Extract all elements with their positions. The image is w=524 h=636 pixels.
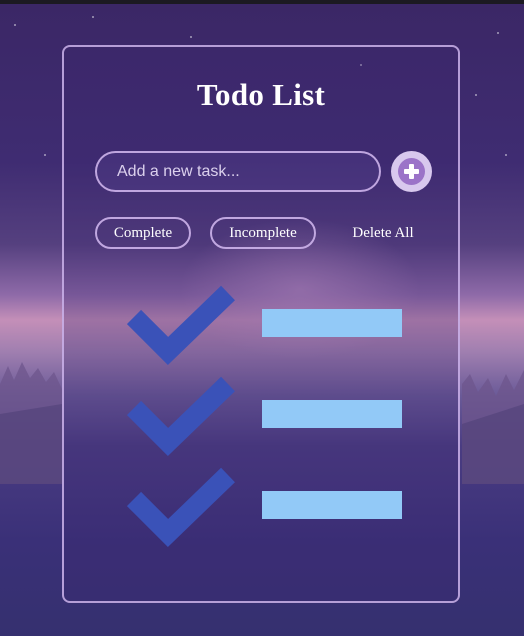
placeholder-line xyxy=(262,491,402,519)
new-task-input[interactable] xyxy=(95,151,381,192)
plus-icon xyxy=(398,158,425,185)
filter-incomplete-button[interactable]: Incomplete xyxy=(210,217,316,249)
add-task-button[interactable] xyxy=(391,151,432,192)
empty-list-illustration-row xyxy=(122,372,412,462)
empty-list-illustration-row xyxy=(122,463,412,553)
placeholder-line xyxy=(262,309,402,337)
delete-all-button[interactable]: Delete All xyxy=(336,217,430,249)
app-title: Todo List xyxy=(196,77,326,112)
todo-card: Todo List Complete Incomplete Delete All xyxy=(62,45,460,603)
placeholder-line xyxy=(262,400,402,428)
checkmark-icon xyxy=(126,285,235,366)
empty-list-illustration-row xyxy=(122,281,412,371)
filter-complete-button[interactable]: Complete xyxy=(95,217,191,249)
checkmark-icon xyxy=(126,376,235,457)
checkmark-icon xyxy=(126,467,235,548)
